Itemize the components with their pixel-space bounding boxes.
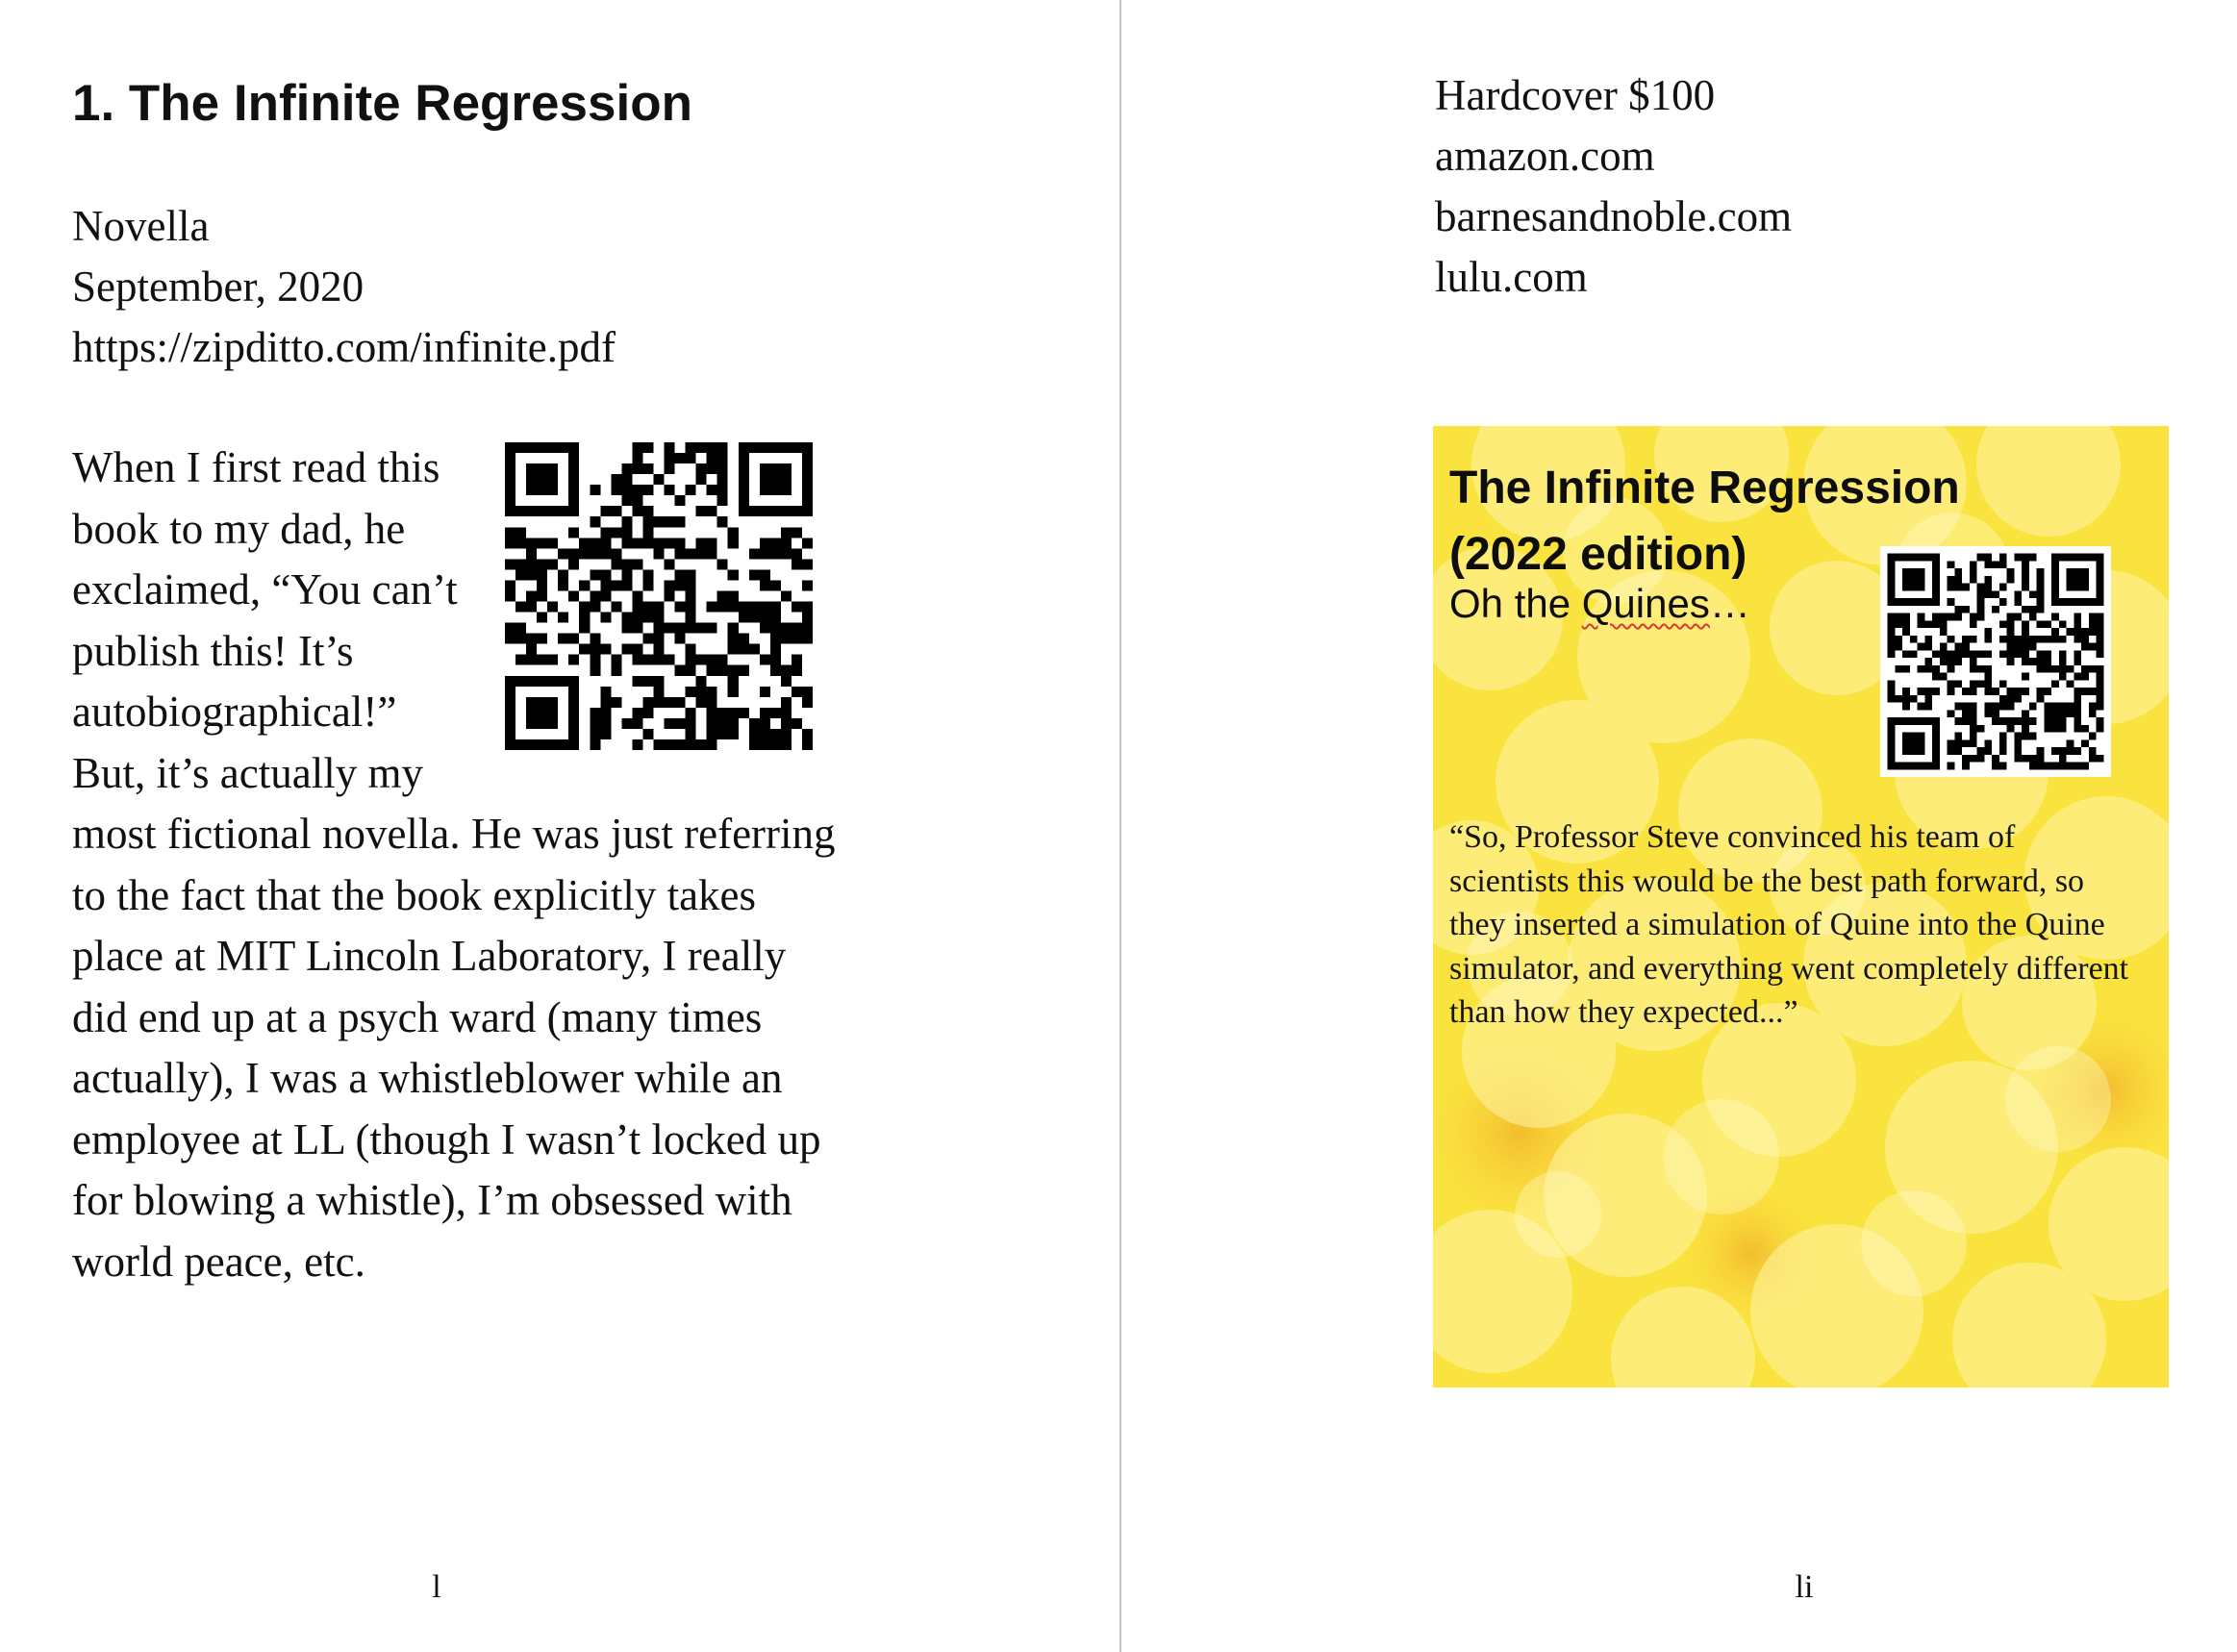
qr-code-icon (505, 442, 813, 750)
book-cover: The Infinite Regression (2022 edition) O… (1433, 426, 2169, 1388)
cover-subtitle-quines: Quines (1581, 581, 1710, 626)
page-number-right: li (1795, 1569, 1814, 1605)
publication-type: Novella (72, 202, 210, 250)
purchase-info: Hardcover $100 amazon.com barnesandnoble… (1435, 65, 1792, 308)
qr-code-icon-graphic (505, 442, 813, 750)
cover-subtitle: Oh the Quines… (1449, 580, 1750, 628)
store-link-amazon[interactable]: amazon.com (1435, 126, 1792, 187)
qr-code-icon (1880, 546, 2111, 777)
store-link-barnesandnoble[interactable]: barnesandnoble.com (1435, 187, 1792, 247)
publication-url[interactable]: https://zipditto.com/infinite.pdf (72, 317, 616, 378)
qr-code-icon-graphic (1887, 553, 2104, 770)
chapter-title: 1. The Infinite Regression (72, 75, 692, 132)
publication-meta: Novella September, 2020 https://zipditto… (72, 196, 616, 378)
store-link-lulu[interactable]: lulu.com (1435, 247, 1792, 308)
page-number: l (432, 1569, 441, 1605)
cover-title-line1: The Infinite Regression (1449, 463, 1960, 513)
body-paragraph-block: When I first read this book to my dad, h… (72, 438, 842, 1292)
cover-quote: “So, Professor Steve convinced his team … (1449, 819, 2129, 1030)
page-divider (1119, 0, 1121, 1652)
publication-date: September, 2020 (72, 263, 364, 311)
left-page: 1. The Infinite Regression Novella Septe… (0, 0, 1120, 1652)
cover-subtitle-end: … (1709, 581, 1750, 626)
cover-subtitle-start: Oh the (1449, 581, 1582, 626)
format-price: Hardcover $100 (1435, 71, 1716, 119)
